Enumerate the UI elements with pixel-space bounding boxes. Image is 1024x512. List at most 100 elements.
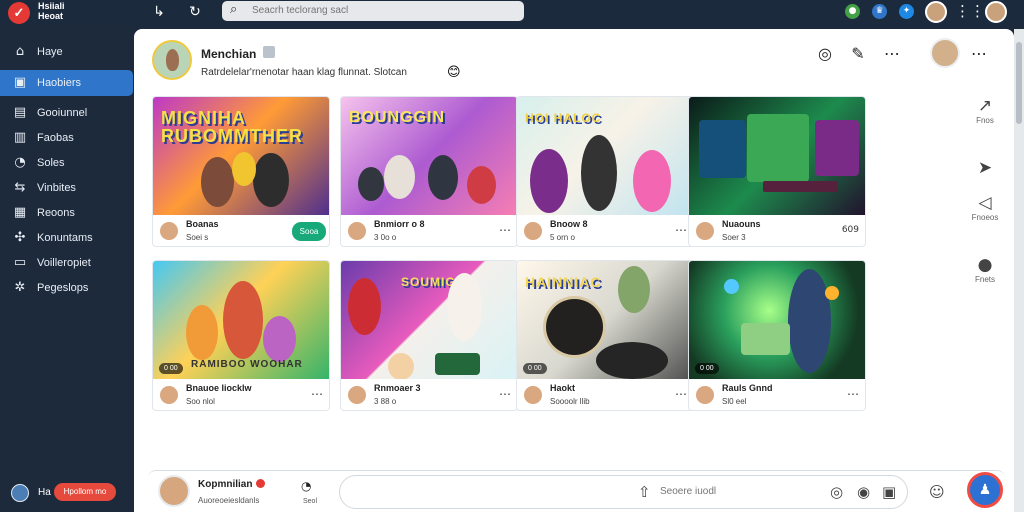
rail-item-send[interactable]: ◁ Fnoeos bbox=[962, 193, 1008, 222]
camera-icon[interactable]: ◎ bbox=[814, 43, 836, 65]
composer-user-name[interactable]: Kopmnilian bbox=[198, 479, 252, 490]
video-card-details: Rauls Gnnd Sl0 eel ⋯ bbox=[689, 379, 865, 410]
sidebar-item-label: Voilleropiet bbox=[37, 257, 91, 269]
video-card[interactable]: 0 00 Rauls Gnnd Sl0 eel ⋯ bbox=[688, 260, 866, 411]
sidebar-item-channel[interactable]: ▤ Gooiunnel bbox=[0, 100, 133, 126]
creator-avatar[interactable] bbox=[695, 221, 715, 241]
video-card[interactable]: HOI HALOC Bnoow 8 5 orn o ⋯ bbox=[516, 96, 694, 247]
settings-icon: ✲ bbox=[14, 280, 26, 295]
more-icon[interactable]: ⋯ bbox=[881, 43, 903, 65]
post-more-icon[interactable]: ⋯ bbox=[968, 43, 990, 65]
pointer-icon: ➤ bbox=[977, 158, 993, 178]
profile-avatar[interactable] bbox=[925, 1, 947, 23]
message-box[interactable]: ⇧ ◎ ◉ ▣ bbox=[339, 475, 908, 509]
sidebar-item-puzzle[interactable]: ✣ Konuntams bbox=[0, 225, 133, 251]
video-title[interactable]: Bnauoe liocklw bbox=[186, 383, 252, 393]
rail-label: Fnets bbox=[974, 275, 995, 284]
composer-avatar[interactable] bbox=[158, 475, 190, 507]
video-title[interactable]: Boanas bbox=[186, 219, 219, 229]
more-icon[interactable]: ⋯ bbox=[847, 387, 859, 401]
post-author-avatar[interactable] bbox=[152, 40, 192, 80]
rail-item-circle[interactable]: ● Fnets bbox=[962, 255, 1008, 284]
video-card[interactable]: MIGNIHA RUBOMMTHER Boanas Soei s Sooa bbox=[152, 96, 330, 247]
video-thumbnail[interactable]: SOUMIG bbox=[341, 261, 517, 379]
video-title[interactable]: Bnmiorr o 8 bbox=[374, 219, 425, 229]
bird-app-icon[interactable]: ✦ bbox=[899, 4, 914, 19]
send-button[interactable]: ♟ bbox=[967, 472, 1003, 508]
video-meta: Soo nlol bbox=[186, 397, 215, 406]
message-icon[interactable]: ◎ bbox=[830, 483, 843, 501]
video-thumbnail[interactable]: BOUNGGIN bbox=[341, 97, 517, 215]
refresh-icon[interactable]: ↻ bbox=[186, 3, 204, 21]
live-badge[interactable]: Sooa bbox=[292, 222, 326, 241]
video-title[interactable]: Rnmoaer 3 bbox=[374, 383, 421, 393]
sidebar-badge[interactable]: Hpollom mo bbox=[54, 483, 116, 501]
search-bar[interactable]: ⌕ bbox=[222, 1, 524, 21]
app-logo[interactable]: ✓ bbox=[8, 2, 30, 24]
video-card[interactable]: BOUNGGIN Bnmiorr o 8 3 0o o ⋯ bbox=[340, 96, 518, 247]
green-app-icon[interactable]: ● bbox=[845, 4, 860, 19]
video-thumbnail[interactable]: MIGNIHA RUBOMMTHER bbox=[153, 97, 329, 215]
rail-item-pointer[interactable]: ➤ bbox=[962, 158, 1008, 178]
more-icon[interactable]: ⋯ bbox=[311, 387, 323, 401]
creator-avatar[interactable] bbox=[347, 221, 367, 241]
tool-icon[interactable]: ◔ bbox=[301, 479, 311, 493]
sidebar-item-videos[interactable]: ▣ Haobiers bbox=[0, 70, 133, 96]
creator-avatar[interactable] bbox=[523, 385, 543, 405]
more-icon[interactable]: ⋯ bbox=[499, 387, 511, 401]
more-icon[interactable]: ⋯ bbox=[675, 223, 687, 237]
sidebar-item-chat[interactable]: ◔ Soles bbox=[0, 150, 133, 176]
account-avatar[interactable] bbox=[985, 1, 1007, 23]
video-thumbnail[interactable]: HAINNIAC 0 00 bbox=[517, 261, 693, 379]
sidebar-item-folder[interactable]: ▭ Voilleropiet bbox=[0, 250, 133, 276]
video-card[interactable]: SOUMIG Rnmoaer 3 3 88 o ⋯ bbox=[340, 260, 518, 411]
sidebar-item-label: Soles bbox=[37, 157, 65, 169]
more-icon[interactable]: ⋯ bbox=[499, 223, 511, 237]
search-input[interactable] bbox=[252, 5, 512, 16]
message-input[interactable] bbox=[660, 486, 760, 497]
sticker-icon[interactable]: ◉ bbox=[857, 483, 870, 501]
apps-grid-icon[interactable]: ⋮⋮ bbox=[955, 2, 985, 20]
page-scrollbar[interactable] bbox=[1014, 29, 1024, 512]
sidebar-item-share[interactable]: ⇆ Vinbites bbox=[0, 175, 133, 201]
rail-label: Fnoeos bbox=[971, 213, 999, 222]
post-author-name[interactable]: Menchian bbox=[201, 47, 256, 61]
video-icon: ▣ bbox=[13, 75, 27, 90]
video-duration: 0 00 bbox=[523, 363, 547, 374]
video-title[interactable]: Rauls Gnnd bbox=[722, 383, 773, 393]
viewer-avatar[interactable] bbox=[930, 38, 960, 68]
sidebar-item-settings[interactable]: ✲ Pegeslops bbox=[0, 275, 133, 301]
attachment-icon[interactable]: ⇧ bbox=[638, 483, 651, 501]
creator-avatar[interactable] bbox=[159, 221, 179, 241]
creator-avatar[interactable] bbox=[159, 385, 179, 405]
back-icon[interactable]: ↳ bbox=[150, 3, 168, 21]
scrollbar-thumb[interactable] bbox=[1016, 42, 1022, 124]
creator-avatar[interactable] bbox=[347, 385, 367, 405]
video-thumbnail[interactable]: 0 00 bbox=[689, 261, 865, 379]
sidebar-item-label: Pegeslops bbox=[37, 282, 89, 294]
video-thumbnail[interactable]: HOI HALOC bbox=[517, 97, 693, 215]
video-thumbnail[interactable] bbox=[689, 97, 865, 215]
creator-avatar[interactable] bbox=[523, 221, 543, 241]
sidebar-avatar[interactable] bbox=[11, 484, 29, 502]
image-icon[interactable]: ▣ bbox=[882, 483, 896, 501]
video-thumbnail[interactable]: RAMIBOO WOOHAR 0 00 bbox=[153, 261, 329, 379]
video-title[interactable]: Bnoow 8 bbox=[550, 219, 588, 229]
video-meta: 3 0o o bbox=[374, 233, 397, 242]
video-title[interactable]: Haokt bbox=[550, 383, 575, 393]
search-icon: ⌕ bbox=[230, 2, 238, 17]
sidebar-item-rooms[interactable]: ▦ Reoons bbox=[0, 200, 133, 226]
emoji-icon[interactable]: ☺ bbox=[929, 483, 945, 501]
more-icon[interactable]: ⋯ bbox=[675, 387, 687, 401]
top-navigation-bar: ✓ Hsiiali Heoat ↳ ↻ ⌕ ● ♛ ✦ ⋮⋮ bbox=[0, 0, 1024, 26]
edit-icon[interactable]: ✎ bbox=[847, 43, 869, 65]
sidebar-item-books[interactable]: ▥ Faobas bbox=[0, 125, 133, 151]
video-title[interactable]: Nuaouns bbox=[722, 219, 761, 229]
creator-avatar[interactable] bbox=[695, 385, 715, 405]
video-card[interactable]: HAINNIAC 0 00 Haokt Soooolr llib ⋯ bbox=[516, 260, 694, 411]
rail-item-share[interactable]: ↗ Fnos bbox=[962, 96, 1008, 125]
video-card[interactable]: Nuaouns Soer 3 609 bbox=[688, 96, 866, 247]
blue-app-icon[interactable]: ♛ bbox=[872, 4, 887, 19]
sidebar-item-home[interactable]: ⌂ Haye bbox=[0, 39, 133, 65]
video-card[interactable]: RAMIBOO WOOHAR 0 00 Bnauoe liocklw Soo n… bbox=[152, 260, 330, 411]
